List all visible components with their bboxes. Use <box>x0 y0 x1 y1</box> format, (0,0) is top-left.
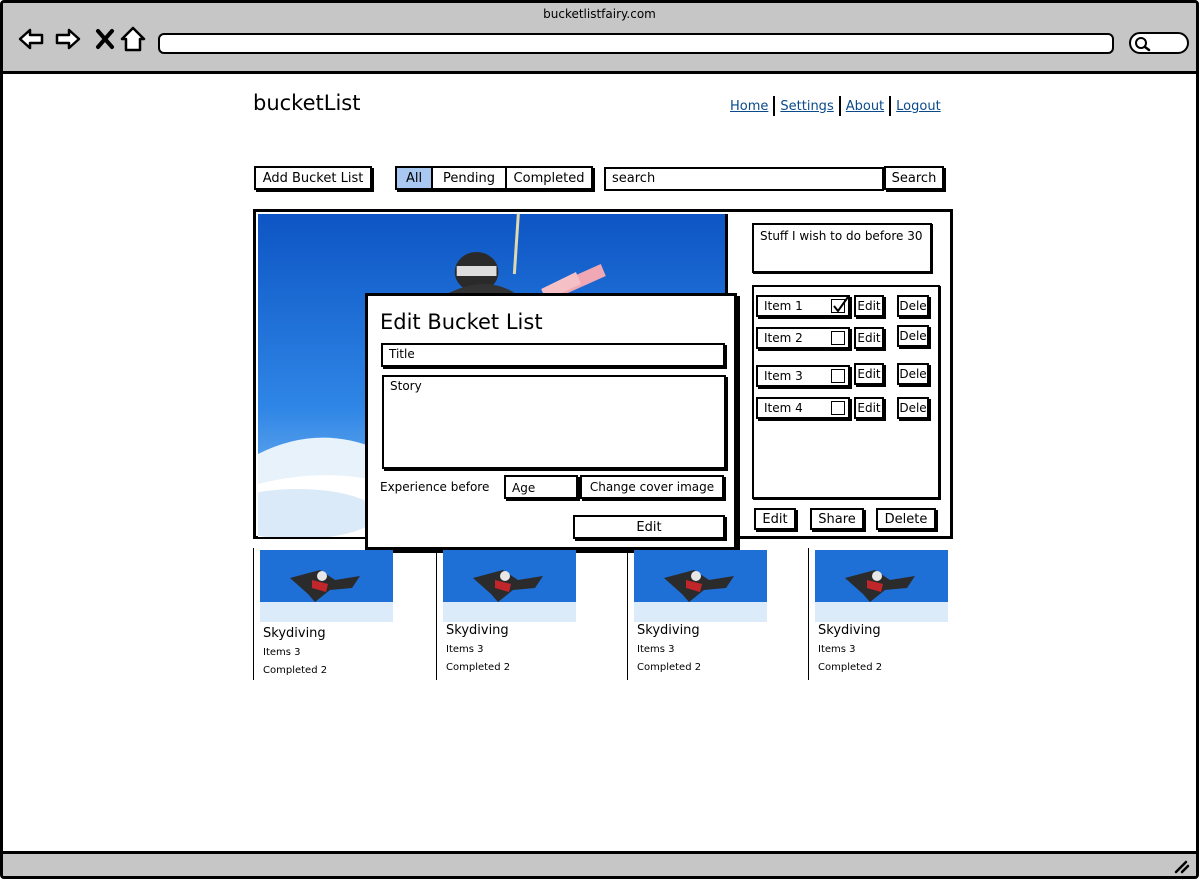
card-title: Skydiving <box>637 623 700 638</box>
close-icon[interactable] <box>91 25 119 53</box>
items-list <box>752 285 940 499</box>
item-delete-button[interactable]: Dele <box>897 295 929 317</box>
search-input[interactable]: search <box>604 167 884 191</box>
item-label: Item 2 <box>764 331 803 345</box>
story-textarea[interactable]: Story <box>382 375 726 469</box>
change-cover-image-button[interactable]: Change cover image <box>580 475 724 499</box>
list-item[interactable]: Item 4 <box>756 397 850 419</box>
nav-about-link[interactable]: About <box>841 99 889 114</box>
item-delete-button[interactable]: Dele <box>897 363 929 385</box>
item-delete-button[interactable]: Dele <box>897 325 929 347</box>
browser-search-field[interactable] <box>1129 32 1189 54</box>
nav-logout-link[interactable]: Logout <box>891 99 946 114</box>
filter-completed-tab[interactable]: Completed <box>507 168 591 188</box>
experience-label: Experience before <box>380 480 490 494</box>
share-button[interactable]: Share <box>810 508 864 530</box>
filter-segmented-control: All Pending Completed <box>395 166 593 190</box>
top-nav: Home Settings About Logout <box>725 96 946 116</box>
item-edit-button[interactable]: Edit <box>854 327 884 349</box>
list-item[interactable]: Item 2 <box>756 327 850 349</box>
card-completed-count: Completed 2 <box>446 662 511 673</box>
search-icon <box>1135 37 1151 52</box>
home-icon[interactable] <box>119 25 147 53</box>
card-items-count: Items 3 <box>446 644 484 655</box>
item-checkbox[interactable] <box>831 296 849 313</box>
card-completed-count: Completed 2 <box>637 662 702 673</box>
card-items-count: Items 3 <box>263 647 301 658</box>
browser-status-bar <box>3 851 1196 876</box>
browser-toolbar: bucketlistfairy.com <box>3 3 1196 74</box>
card-thumbnail <box>815 550 948 622</box>
item-edit-button[interactable]: Edit <box>854 295 884 317</box>
forward-arrow-icon[interactable] <box>54 25 82 53</box>
search-button[interactable]: Search <box>884 166 944 190</box>
bucket-list-card[interactable]: Skydiving Items 3 Completed 2 <box>808 548 988 680</box>
item-label: Item 1 <box>764 299 803 313</box>
filter-pending-tab[interactable]: Pending <box>433 168 507 188</box>
bucket-list-card[interactable]: Skydiving Items 3 Completed 2 <box>436 548 616 680</box>
item-edit-button[interactable]: Edit <box>854 363 884 385</box>
logo: bucketList <box>253 91 361 115</box>
dialog-title: Edit Bucket List <box>380 310 543 334</box>
resize-grip-icon[interactable] <box>1172 858 1190 874</box>
edit-bucket-list-dialog: Edit Bucket List Title Story Experience … <box>365 293 737 550</box>
back-arrow-icon[interactable] <box>17 25 45 53</box>
card-items-count: Items 3 <box>818 644 856 655</box>
item-checkbox[interactable] <box>831 401 845 415</box>
card-completed-count: Completed 2 <box>818 662 883 673</box>
title-input[interactable]: Title <box>381 343 725 367</box>
submit-edit-button[interactable]: Edit <box>573 515 725 539</box>
card-title: Skydiving <box>263 626 326 641</box>
delete-button[interactable]: Delete <box>876 508 936 530</box>
add-bucket-list-button[interactable]: Add Bucket List <box>254 166 372 190</box>
item-checkbox[interactable] <box>831 331 845 345</box>
card-title: Skydiving <box>818 623 881 638</box>
item-checkbox[interactable] <box>831 369 845 383</box>
bucket-list-card[interactable]: Skydiving Items 3 Completed 2 <box>253 548 433 680</box>
bucket-list-card[interactable]: Skydiving Items 3 Completed 2 <box>627 548 807 680</box>
item-label: Item 3 <box>764 369 803 383</box>
card-thumbnail <box>634 550 767 622</box>
card-title: Skydiving <box>446 623 509 638</box>
card-items-count: Items 3 <box>637 644 675 655</box>
check-icon <box>833 296 849 313</box>
card-completed-count: Completed 2 <box>263 665 328 676</box>
item-label: Item 4 <box>764 401 803 415</box>
card-thumbnail <box>443 550 576 622</box>
list-item[interactable]: Item 3 <box>756 365 850 387</box>
nav-home-link[interactable]: Home <box>725 99 773 114</box>
edit-bucket-list-button[interactable]: Edit <box>754 508 796 530</box>
list-item[interactable]: Item 1 <box>756 295 850 317</box>
site-title: bucketlistfairy.com <box>543 7 656 21</box>
age-input[interactable]: Age <box>504 475 578 499</box>
filter-all-tab[interactable]: All <box>397 168 433 188</box>
bucket-list-description: Stuff I wish to do before 30 <box>752 223 932 273</box>
nav-settings-link[interactable]: Settings <box>775 99 838 114</box>
address-bar[interactable] <box>158 33 1114 54</box>
item-edit-button[interactable]: Edit <box>854 397 884 419</box>
browser-window: bucketlistfairy.com bucketList Home Sett… <box>0 0 1199 879</box>
card-thumbnail <box>260 550 393 622</box>
item-delete-button[interactable]: Dele <box>897 397 929 419</box>
